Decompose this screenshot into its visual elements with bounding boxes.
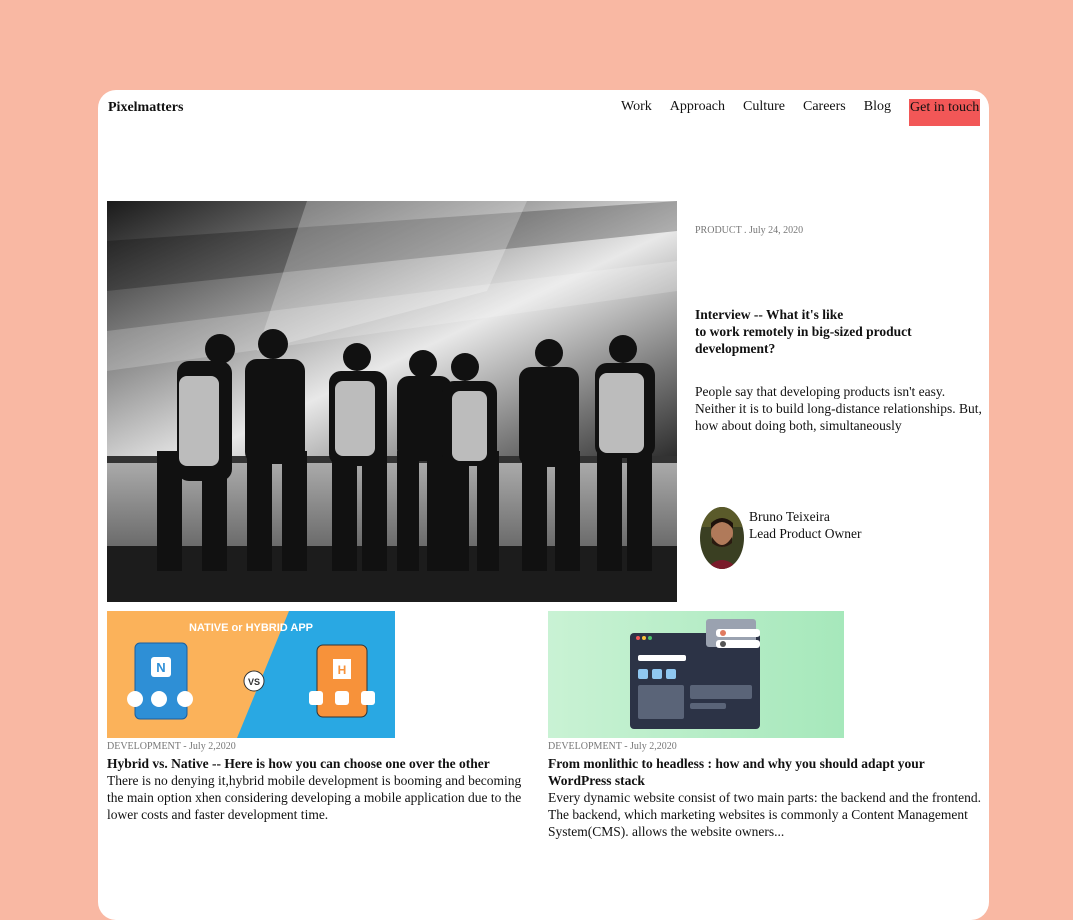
post-excerpt: Every dynamic website consist of two mai…	[548, 790, 982, 839]
post-card-hybrid-native: DEVELOPMENT - July 2,2020 Hybrid vs. Nat…	[107, 741, 537, 823]
post-card-headless: DEVELOPMENT - July 2,2020 From monlithic…	[548, 741, 988, 840]
svg-text:VS: VS	[248, 677, 260, 687]
svg-text:N: N	[156, 660, 165, 675]
thumb-text: NATIVE or HYBRID APP	[189, 622, 313, 634]
nav-item-approach[interactable]: Approach	[670, 99, 725, 115]
post-excerpt: There is no denying it,hybrid mobile dev…	[107, 773, 522, 822]
featured-post-image[interactable]	[107, 201, 677, 602]
post-title[interactable]: Hybrid vs. Native -- Here is how you can…	[107, 755, 537, 772]
nav-item-work[interactable]: Work	[621, 99, 652, 115]
nav-item-blog[interactable]: Blog	[864, 99, 891, 115]
svg-text:H: H	[338, 663, 347, 677]
brand-logo[interactable]: Pixelmatters	[108, 100, 183, 116]
page-card: Pixelmatters Work Approach Culture Caree…	[98, 90, 989, 920]
nav-item-culture[interactable]: Culture	[743, 99, 785, 115]
author-avatar	[700, 507, 744, 569]
post-thumbnail-native-hybrid[interactable]: NATIVE or HYBRID APP N VS H	[107, 611, 395, 738]
featured-post-excerpt: People say that developing products isn'…	[695, 384, 982, 433]
main-nav: Work Approach Culture Careers Blog Get i…	[603, 99, 980, 126]
featured-title-line2: to work remotely in big-sized product de…	[695, 324, 912, 356]
author-role: Lead Product Owner	[749, 526, 862, 541]
author-name: Bruno Teixeira	[749, 509, 830, 524]
featured-post-meta: PRODUCT . July 24, 2020	[695, 225, 804, 236]
post-title[interactable]: From monlithic to headless : how and why…	[548, 755, 988, 789]
post-thumbnail-headless[interactable]	[548, 611, 844, 738]
get-in-touch-button[interactable]: Get in touch	[909, 99, 980, 126]
featured-title-line1: Interview -- What it's like	[695, 307, 844, 322]
post-meta: DEVELOPMENT - July 2,2020	[107, 741, 236, 752]
nav-item-careers[interactable]: Careers	[803, 99, 846, 115]
featured-post-title[interactable]: Interview -- What it's like to work remo…	[695, 306, 955, 357]
post-meta: DEVELOPMENT - July 2,2020	[548, 741, 677, 752]
